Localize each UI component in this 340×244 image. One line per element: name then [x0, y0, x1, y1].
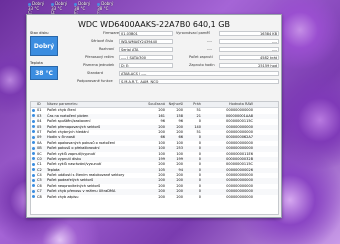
cache-label: ----: [207, 39, 213, 43]
status-dot-icon: [32, 146, 35, 150]
col-name[interactable]: Název parametru: [47, 102, 147, 107]
disk-title: WDC WD6400AAKS-22A7B0 640,1 GB: [77, 20, 230, 29]
poweron-hours-field: 25159 hod: [219, 63, 279, 68]
poweron-hours-label: Zapnuto hodin: [189, 63, 215, 67]
serial-label: Sériové číslo: [91, 39, 114, 43]
col-id[interactable]: ID: [37, 102, 47, 107]
status-dot-icon: [32, 152, 35, 156]
health-panel: Stav disku Dobrý Teplota 38 °C: [30, 31, 58, 80]
serial-field: WD-WMASY2439440: [119, 39, 173, 44]
table-row[interactable]: C8 Počet chyb zápisu 200 200 0 000000000000: [31, 195, 278, 200]
status-dot-icon: [32, 135, 35, 139]
poweron-count-field: 4582 krát: [219, 55, 279, 60]
status-dot-icon: [32, 114, 35, 118]
col-worst[interactable]: Nejhorší: [165, 102, 183, 107]
col-threshold[interactable]: Práh: [183, 102, 201, 107]
firmware-field: 01.03B01: [119, 31, 173, 36]
buffer-field: 16384 KB: [219, 31, 279, 36]
status-dot-icon: [32, 141, 35, 145]
app-window: WDC WD6400AAKS-22A7B0 640,1 GB Stav disk…: [26, 14, 282, 218]
transfer-label: Přenosový režim: [85, 55, 114, 59]
cell-worst: 200: [176, 194, 183, 199]
standard-label: Standard: [87, 71, 103, 75]
col-raw[interactable]: Hodnota RAW: [213, 102, 253, 107]
rpm-label: ----: [207, 47, 213, 51]
health-status-badge[interactable]: Dobrý: [30, 36, 58, 56]
status-dot-icon: [32, 119, 35, 123]
status-dot-icon: [32, 168, 35, 172]
cell-current: 200: [158, 194, 165, 199]
poweron-count-label: Počet zapnutí: [189, 55, 213, 59]
status-dot-icon: [32, 130, 35, 134]
letter-label: Písmena jednotek: [83, 63, 115, 67]
status-dot-icon: [32, 178, 35, 182]
col-current[interactable]: Současná: [147, 102, 165, 107]
status-dot-icon: [32, 173, 35, 177]
status-label: Stav disku: [30, 31, 49, 35]
temp-label: Teplota: [30, 61, 43, 65]
features-field: S.M.A.R.T., AAM, NCQ: [119, 79, 279, 84]
transfer-field: ---- | SATA/300: [119, 55, 173, 60]
status-dot-icon: [32, 108, 35, 112]
status-dot-icon: [32, 125, 35, 129]
cell-name: Počet chyb zápisu: [47, 194, 79, 199]
status-dot-icon: [32, 189, 35, 193]
firmware-label: Firmware: [103, 31, 120, 35]
temperature-badge: 38 °C: [30, 66, 58, 80]
cache-field: ----: [219, 39, 279, 44]
buffer-label: Vyrovnávací paměť: [176, 31, 210, 35]
cell-threshold: 0: [198, 194, 201, 199]
rpm-field: ----: [219, 47, 279, 52]
status-dot-icon: [32, 162, 35, 166]
table-body: 01 Počet chyb čtení 200 200 51 000000000000 03…: [31, 108, 278, 200]
features-label: Podporované funkce: [77, 79, 113, 83]
standard-field: ATA8-ACS | ----: [119, 71, 279, 76]
status-dot-icon: [32, 157, 35, 161]
cell-spacer: [201, 195, 213, 200]
status-dot-icon: [32, 195, 35, 199]
interface-field: Serial ATA: [119, 47, 173, 52]
interface-label: Rozhraní: [99, 47, 115, 51]
smart-table: ID Název parametru Současná Nejhorší Prá…: [30, 101, 279, 215]
cell-raw: 000000000000: [226, 194, 253, 199]
cell-id: C8: [37, 194, 42, 199]
letter-field: D: E:: [119, 63, 173, 68]
status-dot-icon: [32, 184, 35, 188]
